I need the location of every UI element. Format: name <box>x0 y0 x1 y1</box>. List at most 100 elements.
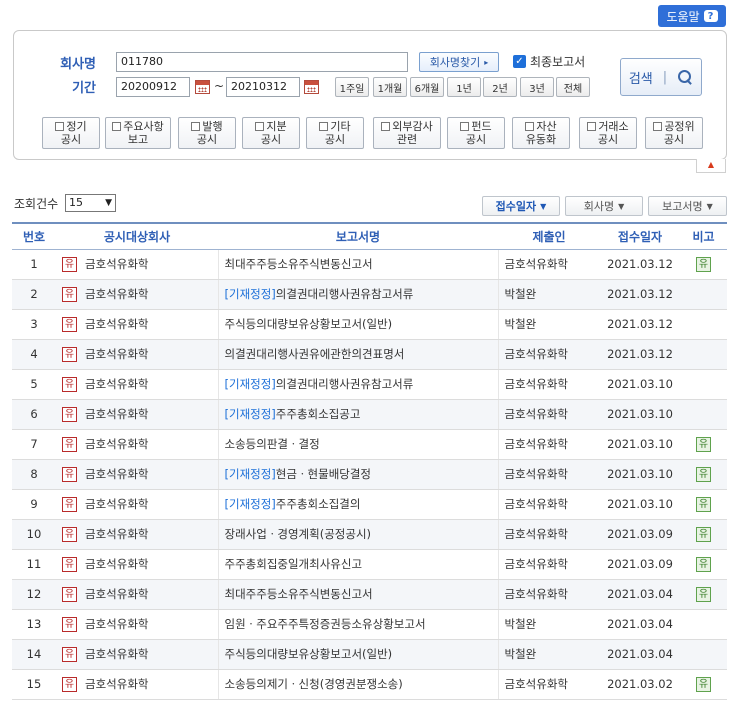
category-button-3[interactable]: 지분 공시 <box>242 117 300 149</box>
category-button-8[interactable]: 거래소 공시 <box>579 117 637 149</box>
category-checkbox[interactable] <box>525 122 535 131</box>
company-link[interactable]: 금호석유화학 <box>85 527 148 541</box>
category-button-6[interactable]: 펀드 공시 <box>447 117 505 149</box>
table-row[interactable]: 11 유 금호석유화학 주주총회집중일개최사유신고 금호석유화학 2021.03.09 유 <box>12 549 727 580</box>
report-link[interactable]: 임원ㆍ주요주주특정증권등소유상황보고서 <box>225 617 426 631</box>
report-link[interactable]: 주주총회집중일개최사유신고 <box>225 557 363 571</box>
category-checkbox[interactable] <box>55 122 65 131</box>
table-row[interactable]: 3 유 금호석유화학 주식등의대량보유상황보고서(일반) 박철완 2021.03.12 <box>12 309 727 340</box>
note-badge[interactable]: 유 <box>696 496 711 512</box>
category-button-1[interactable]: 주요사항 보고 <box>105 117 171 149</box>
note-badge[interactable]: 유 <box>696 676 711 692</box>
report-link[interactable]: 최대주주등소유주식변동신고서 <box>225 587 373 601</box>
category-checkbox[interactable] <box>587 122 597 131</box>
sort-company-button[interactable]: 회사명 ▼ <box>565 196 643 216</box>
company-link[interactable]: 금호석유화학 <box>85 677 148 691</box>
table-row[interactable]: 14 유 금호석유화학 주식등의대량보유상황보고서(일반) 박철완 2021.03.04 <box>12 639 727 670</box>
period-1month-button[interactable]: 1개월 <box>373 77 407 97</box>
report-link[interactable]: 주주총회소집공고 <box>276 407 361 421</box>
table-row[interactable]: 4 유 금호석유화학 의결권대리행사권유에관한의견표명서 금호석유화학 2021.03.1… <box>12 339 727 370</box>
report-link[interactable]: 최대주주등소유주식변동신고서 <box>225 257 373 271</box>
count-select[interactable]: 15 ▼ <box>65 194 116 212</box>
note-badge[interactable]: 유 <box>696 526 711 542</box>
company-link[interactable]: 금호석유화학 <box>85 377 148 391</box>
calendar-icon[interactable] <box>304 80 319 94</box>
table-row[interactable]: 7 유 금호석유화학 소송등의판결ㆍ결정 금호석유화학 2021.03.10 유 <box>12 429 727 460</box>
company-link[interactable]: 금호석유화학 <box>85 287 148 301</box>
category-button-5[interactable]: 외부감사 관련 <box>373 117 441 149</box>
company-link[interactable]: 금호석유화학 <box>85 587 148 601</box>
category-button-9[interactable]: 공정위 공시 <box>645 117 703 149</box>
company-link[interactable]: 금호석유화학 <box>85 407 148 421</box>
note-badge[interactable]: 유 <box>696 466 711 482</box>
table-row[interactable]: 9 유 금호석유화학 [기재정정]주주총회소집결의 금호석유화학 2021.03.10 유 <box>12 489 727 520</box>
category-checkbox[interactable] <box>112 122 122 131</box>
company-link[interactable]: 금호석유화학 <box>85 617 148 631</box>
report-link[interactable]: 주식등의대량보유상황보고서(일반) <box>225 317 393 331</box>
company-link[interactable]: 금호석유화학 <box>85 317 148 331</box>
final-report-checkbox[interactable]: ✓ <box>513 55 526 68</box>
note-badge[interactable]: 유 <box>696 436 711 452</box>
period-all-button[interactable]: 전체 <box>556 77 590 97</box>
category-button-0[interactable]: 정기 공시 <box>42 117 100 149</box>
report-link[interactable]: 현금ㆍ현물배당결정 <box>276 467 371 481</box>
company-link[interactable]: 금호석유화학 <box>85 467 148 481</box>
report-link[interactable]: 소송등의제기ㆍ신청(경영권분쟁소송) <box>225 677 403 691</box>
category-checkbox[interactable] <box>319 122 329 131</box>
report-link[interactable]: 장래사업ㆍ경영계획(공정공시) <box>225 527 372 541</box>
company-link[interactable]: 금호석유화학 <box>85 347 148 361</box>
table-row[interactable]: 6 유 금호석유화학 [기재정정]주주총회소집공고 금호석유화학 2021.03.10 <box>12 399 727 430</box>
period-3year-button[interactable]: 3년 <box>520 77 554 97</box>
note-badge[interactable]: 유 <box>696 256 711 272</box>
table-row[interactable]: 15 유 금호석유화학 소송등의제기ㆍ신청(경영권분쟁소송) 금호석유화학 2021.03… <box>12 669 727 700</box>
row-number: 1 <box>12 249 56 280</box>
help-button[interactable]: 도움말 ? <box>658 5 726 27</box>
category-checkbox[interactable] <box>653 122 663 131</box>
table-row[interactable]: 10 유 금호석유화학 장래사업ㆍ경영계획(공정공시) 금호석유화학 2021.03.09… <box>12 519 727 550</box>
category-button-7[interactable]: 자산 유동화 <box>512 117 570 149</box>
report-link[interactable]: 주주총회소집결의 <box>276 497 361 511</box>
collapse-toggle[interactable]: ▲ <box>696 159 726 173</box>
report-link[interactable]: 의결권대리행사권유참고서류 <box>276 377 414 391</box>
table-row[interactable]: 12 유 금호석유화학 최대주주등소유주식변동신고서 금호석유화학 2021.03.04 유 <box>12 579 727 610</box>
report-link[interactable]: 소송등의판결ㆍ결정 <box>225 437 320 451</box>
category-checkbox[interactable] <box>460 122 470 131</box>
table-row[interactable]: 8 유 금호석유화학 [기재정정]현금ㆍ현물배당결정 금호석유화학 2021.03.10 유 <box>12 459 727 490</box>
date-cell: 2021.03.02 <box>600 669 680 700</box>
find-company-button[interactable]: 회사명찾기 ▸ <box>419 52 499 72</box>
category-button-2[interactable]: 발행 공시 <box>178 117 236 149</box>
company-link[interactable]: 금호석유화학 <box>85 437 148 451</box>
company-link[interactable]: 금호석유화학 <box>85 647 148 661</box>
company-link[interactable]: 금호석유화학 <box>85 557 148 571</box>
period-1year-button[interactable]: 1년 <box>447 77 481 97</box>
calendar-icon[interactable] <box>195 80 210 94</box>
period-1week-button[interactable]: 1주일 <box>335 77 369 97</box>
date-cell: 2021.03.10 <box>600 489 680 520</box>
report-link[interactable]: 의결권대리행사권유참고서류 <box>276 287 414 301</box>
sort-date-button[interactable]: 접수일자 ▼ <box>482 196 560 216</box>
company-link[interactable]: 금호석유화학 <box>85 497 148 511</box>
note-badge[interactable]: 유 <box>696 556 711 572</box>
period-2year-button[interactable]: 2년 <box>483 77 517 97</box>
category-label-line1: 펀드 <box>471 120 492 133</box>
table-row[interactable]: 5 유 금호석유화학 [기재정정]의결권대리행사권유참고서류 금호석유화학 2021.03… <box>12 369 727 400</box>
end-date-input[interactable]: 20210312 <box>226 77 300 97</box>
table-row[interactable]: 13 유 금호석유화학 임원ㆍ주요주주특정증권등소유상황보고서 박철완 2021.03.0… <box>12 609 727 640</box>
period-6month-button[interactable]: 6개월 <box>410 77 444 97</box>
category-checkbox[interactable] <box>255 122 265 131</box>
category-button-4[interactable]: 기타 공시 <box>306 117 364 149</box>
report-link[interactable]: 의결권대리행사권유에관한의견표명서 <box>225 347 405 361</box>
company-input[interactable]: 011780 <box>116 52 408 72</box>
sort-report-button[interactable]: 보고서명 ▼ <box>648 196 727 216</box>
table-row[interactable]: 1 유 금호석유화학 최대주주등소유주식변동신고서 금호석유화학 2021.03.12 유 <box>12 249 727 280</box>
category-checkbox[interactable] <box>381 122 391 131</box>
company-cell: 유 금호석유화학 <box>56 609 218 640</box>
company-link[interactable]: 금호석유화학 <box>85 257 148 271</box>
category-checkbox[interactable] <box>191 122 201 131</box>
search-button[interactable]: 검색 | <box>620 58 702 96</box>
note-badge[interactable]: 유 <box>696 586 711 602</box>
report-link[interactable]: 주식등의대량보유상황보고서(일반) <box>225 647 393 661</box>
date-separator: ~ <box>214 79 225 93</box>
start-date-input[interactable]: 20200912 <box>116 77 190 97</box>
table-row[interactable]: 2 유 금호석유화학 [기재정정]의결권대리행사권유참고서류 박철완 2021.03.12 <box>12 279 727 310</box>
